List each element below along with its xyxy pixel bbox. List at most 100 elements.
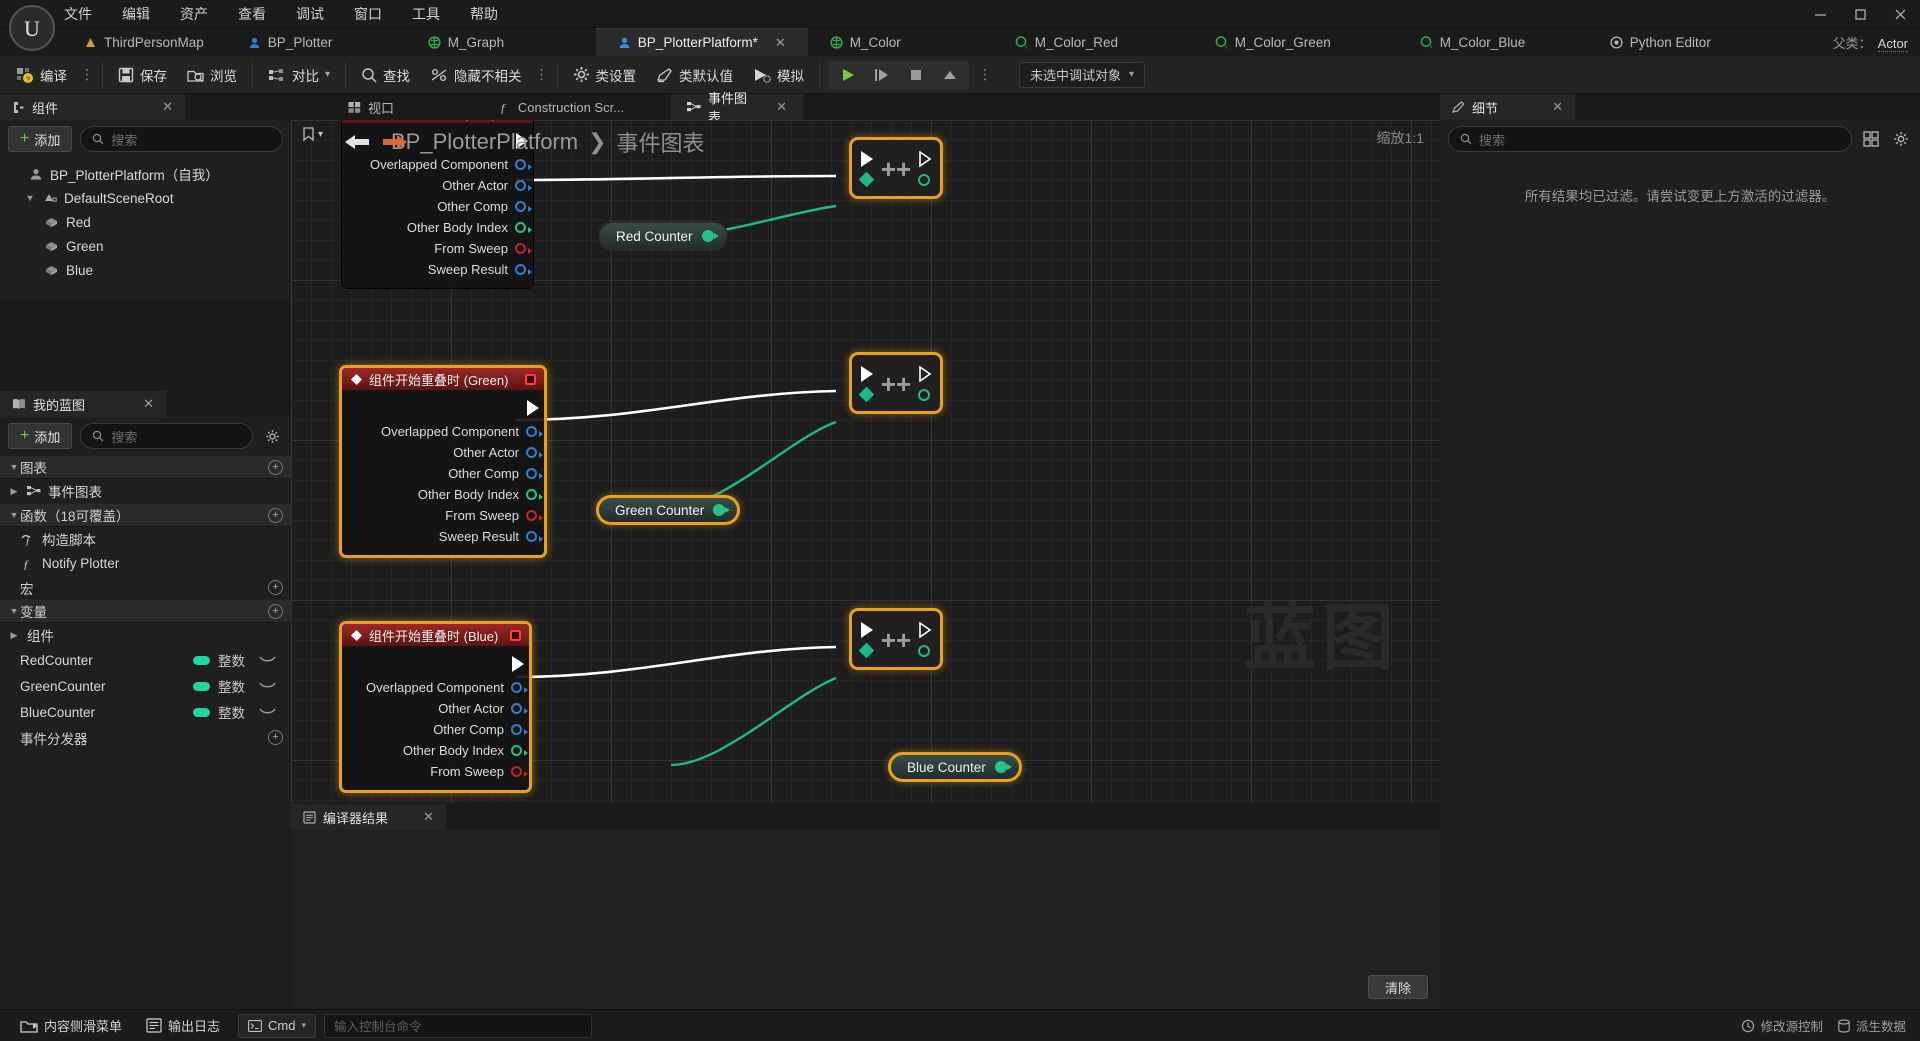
section-functions[interactable]: ▼ 函数（18可覆盖） + — [0, 503, 291, 527]
pin-row-from-sweep[interactable]: From Sweep — [342, 761, 529, 782]
visibility-eye-icon[interactable] — [259, 656, 285, 665]
browse-button[interactable]: 浏览 — [177, 60, 247, 90]
pin-row-from-sweep[interactable]: From Sweep — [342, 238, 533, 259]
object-pin[interactable] — [515, 159, 532, 170]
pin-row-sweep-result[interactable]: Sweep Result — [342, 259, 533, 280]
debug-object-dropdown[interactable]: 未选中调试对象 ▾ — [1019, 61, 1146, 88]
play-options-icon[interactable]: ⋮ — [975, 66, 995, 83]
menu-file[interactable]: 文件 — [62, 1, 94, 27]
exec-in-pin[interactable] — [861, 366, 873, 382]
bool-pin[interactable] — [526, 510, 543, 521]
play-button[interactable] — [831, 62, 865, 88]
bool-pin[interactable] — [515, 243, 532, 254]
variable-row-bluecounter[interactable]: BlueCounter 整数 — [0, 699, 291, 725]
hide-unrelated-options-icon[interactable]: ⋮ — [532, 66, 552, 83]
asset-tab-bp-plotter[interactable]: BP_Plotter — [226, 28, 406, 56]
back-arrow-icon[interactable] — [343, 132, 373, 152]
menu-help[interactable]: 帮助 — [468, 1, 500, 27]
variable-group-components[interactable]: ▶ 组件 — [0, 623, 291, 647]
console-command-input[interactable]: 输入控制台命令 — [324, 1013, 593, 1038]
tab-construction-script[interactable]: f Construction Scr... — [451, 94, 671, 120]
class-settings-button[interactable]: 类设置 — [563, 60, 647, 90]
tab-my-blueprint[interactable]: 我的蓝图 ✕ — [0, 391, 166, 417]
function-item-notify-plotter[interactable]: f Notify Plotter — [0, 551, 291, 575]
exec-out-pin[interactable] — [527, 400, 539, 416]
pin-row-other-body-index[interactable]: Other Body Index — [342, 740, 529, 761]
struct-pin[interactable] — [515, 264, 532, 275]
pin-row-from-sweep[interactable]: From Sweep — [342, 505, 544, 526]
asset-tab-bp-plotterplatform[interactable]: BP_PlotterPlatform* ✕ — [595, 28, 808, 56]
component-row-blue[interactable]: Blue — [0, 258, 291, 282]
struct-pin[interactable] — [526, 531, 543, 542]
step-button[interactable] — [865, 62, 899, 88]
menu-edit[interactable]: 编辑 — [120, 1, 152, 27]
tab-viewport[interactable]: 视口 — [291, 94, 451, 120]
object-pin[interactable] — [526, 426, 543, 437]
function-item-construction-script[interactable]: f 构造脚本 — [0, 527, 291, 551]
object-pin[interactable] — [511, 703, 528, 714]
section-variables[interactable]: ▼ 变量 + — [0, 599, 291, 623]
asset-tab-m-color[interactable]: M_Color — [808, 28, 993, 56]
diff-button[interactable]: 对比 ▾ — [258, 60, 340, 90]
myblueprint-settings-icon[interactable] — [261, 425, 283, 447]
bool-pin[interactable] — [511, 766, 528, 777]
find-button[interactable]: 查找 — [351, 60, 420, 90]
getter-node-blue-counter[interactable]: Blue Counter — [888, 752, 1022, 782]
exec-in-pin[interactable] — [861, 622, 873, 638]
increment-node-blue[interactable]: ++ — [849, 608, 943, 670]
asset-tab-m-color-red[interactable]: x M_Color_Red — [993, 28, 1193, 56]
add-graph-icon[interactable]: + — [268, 459, 283, 475]
event-node-blue[interactable]: 组件开始重叠时 (Blue) Overlapped Component Othe… — [339, 621, 532, 793]
chevron-down-icon[interactable]: ▾ — [325, 69, 330, 80]
int-pin[interactable] — [511, 745, 528, 756]
asset-tab-m-color-blue[interactable]: x M_Color_Blue — [1398, 28, 1588, 56]
variable-row-greencounter[interactable]: GreenCounter 整数 — [0, 673, 291, 699]
asset-tab-m-color-green[interactable]: x M_Color_Green — [1193, 28, 1398, 56]
class-defaults-button[interactable]: 类默认值 — [646, 60, 743, 90]
save-button[interactable]: 保存 — [108, 60, 177, 90]
object-pin[interactable] — [515, 201, 532, 212]
getter-node-red-counter[interactable]: Red Counter — [598, 221, 728, 251]
console-mode-dropdown[interactable]: Cmd ▾ — [238, 1013, 317, 1038]
int-pin[interactable] — [515, 222, 532, 233]
pin-row-overlapped-component[interactable]: Overlapped Component — [342, 421, 544, 442]
tab-compiler-results[interactable]: 编译器结果 ✕ — [291, 804, 446, 830]
content-drawer-button[interactable]: 内容侧滑菜单 — [8, 1013, 134, 1039]
hide-unrelated-button[interactable]: 隐藏不相关 — [420, 60, 532, 90]
components-search-input[interactable]: 搜索 — [80, 126, 283, 152]
close-icon[interactable]: ✕ — [776, 99, 787, 115]
visibility-eye-icon[interactable] — [259, 708, 285, 717]
myblueprint-search-input[interactable]: 搜索 — [80, 423, 253, 449]
variable-row-redcounter[interactable]: RedCounter 整数 — [0, 647, 291, 673]
breakpoint-icon[interactable] — [510, 629, 521, 641]
forward-arrow-icon[interactable] — [379, 132, 409, 152]
pin-row-sweep-result[interactable]: Sweep Result — [342, 526, 544, 547]
add-macro-icon[interactable]: + — [268, 580, 283, 595]
int-pin[interactable] — [526, 489, 543, 500]
add-dispatcher-icon[interactable]: + — [268, 730, 283, 745]
simulate-button[interactable]: 模拟 — [743, 60, 814, 90]
output-log-button[interactable]: 输出日志 — [134, 1013, 232, 1039]
add-function-icon[interactable]: + — [268, 507, 283, 523]
details-search-input[interactable]: 搜索 — [1448, 126, 1852, 152]
component-row-self[interactable]: BP_PlotterPlatform（自我） — [0, 162, 291, 186]
object-pin[interactable] — [526, 468, 543, 479]
compile-button[interactable]: ? 编译 — [6, 60, 77, 90]
blueprint-graph-canvas[interactable]: 蓝图 ▾ BP_PlotterPlatform ❯ 事件图表 缩放1:1 Ove… — [291, 120, 1440, 804]
bookmark-dropdown[interactable]: ▾ — [297, 124, 328, 145]
pin-row-other-body-index[interactable]: Other Body Index — [342, 484, 544, 505]
close-icon[interactable]: ✕ — [129, 396, 154, 412]
exec-out-pin[interactable] — [919, 622, 932, 638]
pin-row-other-actor[interactable]: Other Actor — [342, 442, 544, 463]
add-component-button[interactable]: + 添加 — [8, 126, 73, 152]
object-pin[interactable] — [511, 682, 528, 693]
section-event-dispatchers[interactable]: 事件分发器 + — [0, 725, 291, 749]
pin-row-exec[interactable] — [342, 395, 544, 421]
parent-class-value[interactable]: Actor — [1877, 36, 1908, 52]
stop-button[interactable] — [899, 62, 933, 88]
close-button[interactable] — [1880, 0, 1920, 28]
asset-tab-thirdpersonmap[interactable]: ThirdPersonMap — [62, 28, 226, 56]
exec-out-pin[interactable] — [919, 366, 932, 382]
int-output-pin[interactable] — [994, 761, 1012, 773]
event-node-green[interactable]: 组件开始重叠时 (Green) Overlapped Component Oth… — [339, 365, 547, 558]
